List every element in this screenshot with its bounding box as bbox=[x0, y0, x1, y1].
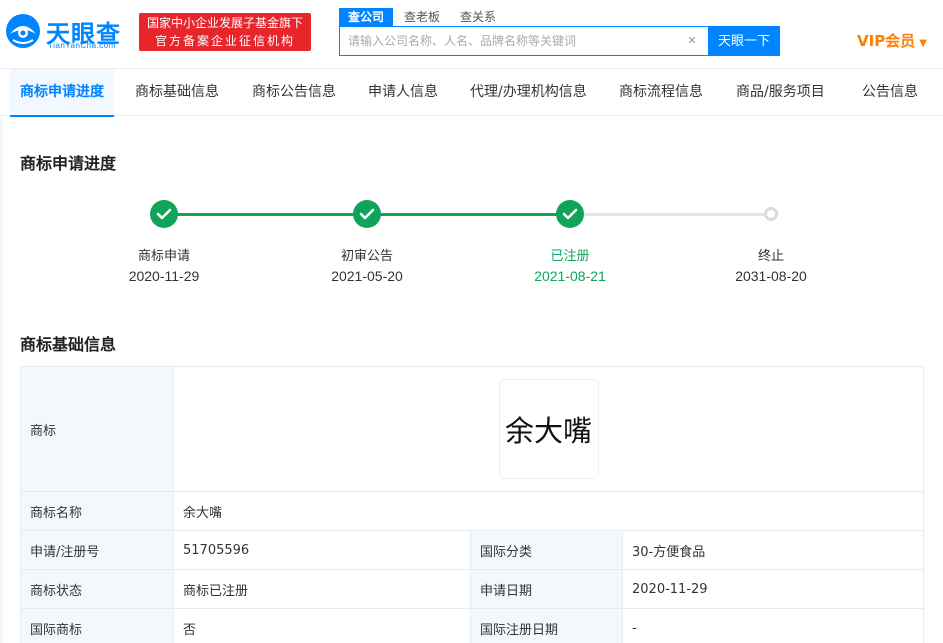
apply-date-value-cell: 2020-11-29 bbox=[622, 569, 924, 609]
basic-info-table: 商标 余大嘴 商标名称 余大嘴 申请/注册号 51705596 国际分类 30-… bbox=[20, 366, 924, 643]
clear-icon[interactable]: ✕ bbox=[686, 35, 698, 47]
step-date: 2020-11-29 bbox=[128, 268, 200, 284]
search-box: ✕ 天眼一下 bbox=[339, 26, 780, 56]
apply-date-label-cell: 申请日期 bbox=[470, 569, 623, 609]
nav-tab-process-info[interactable]: 商标流程信息 bbox=[619, 69, 703, 116]
logo-subtext: TianYanCha.com bbox=[48, 41, 116, 50]
basic-info-section-title: 商标基础信息 bbox=[20, 335, 117, 354]
caret-down-icon: ▼ bbox=[919, 38, 927, 49]
intl-class-label-cell: 国际分类 bbox=[470, 530, 623, 570]
step-date: 2021-08-21 bbox=[534, 268, 606, 284]
site-logo[interactable]: 天眼查 TianYanCha.com bbox=[4, 12, 132, 54]
eye-logo-icon bbox=[6, 14, 40, 48]
check-icon bbox=[556, 200, 584, 228]
name-value-cell: 余大嘴 bbox=[173, 491, 924, 531]
progress-section-title: 商标申请进度 bbox=[20, 154, 117, 173]
nav-tab-announcement-info[interactable]: 商标公告信息 bbox=[252, 69, 336, 116]
badge-line-1: 国家中小企业发展子基金旗下 bbox=[146, 16, 303, 30]
vip-label: VIP会员 bbox=[857, 32, 916, 50]
site-header: 天眼查 TianYanCha.com 国家中小企业发展子基金旗下 官方备案企业征… bbox=[0, 0, 943, 68]
step-date: 2021-05-20 bbox=[331, 268, 403, 284]
nav-tab-notice-info[interactable]: 公告信息 bbox=[862, 69, 918, 116]
pending-dot-icon bbox=[764, 207, 778, 221]
intl-reg-date-label-cell: 国际注册日期 bbox=[470, 608, 623, 643]
reg-no-value-cell: 51705596 bbox=[173, 530, 471, 570]
step-label: 终止 bbox=[757, 249, 784, 264]
reg-no-label-cell: 申请/注册号 bbox=[20, 530, 174, 570]
step-label: 初审公告 bbox=[340, 249, 393, 264]
search-button[interactable]: 天眼一下 bbox=[708, 26, 780, 56]
progress-tracker: 商标申请 2020-11-29 初审公告 2021-05-20 已注册 2021… bbox=[0, 198, 943, 298]
check-icon bbox=[150, 200, 178, 228]
official-badge: 国家中小企业发展子基金旗下 官方备案企业征信机构 bbox=[139, 13, 311, 51]
intl-mark-value-cell: 否 bbox=[173, 608, 471, 643]
step-label: 已注册 bbox=[550, 249, 590, 264]
logo-label-cell: 商标 bbox=[20, 366, 174, 492]
status-value-cell: 商标已注册 bbox=[173, 569, 471, 609]
nav-tab-application-progress[interactable]: 商标申请进度 bbox=[10, 69, 114, 117]
table-row: 申请/注册号 51705596 国际分类 30-方便食品 bbox=[20, 530, 924, 570]
step-label: 商标申请 bbox=[137, 249, 190, 264]
search-input[interactable] bbox=[340, 27, 700, 55]
nav-tab-basic-info[interactable]: 商标基础信息 bbox=[135, 69, 219, 116]
nav-tab-applicant-info[interactable]: 申请人信息 bbox=[368, 69, 438, 116]
nav-tab-goods-services[interactable]: 商品/服务项目 bbox=[736, 69, 825, 116]
status-label-cell: 商标状态 bbox=[20, 569, 174, 609]
intl-mark-label-cell: 国际商标 bbox=[20, 608, 174, 643]
nav-tab-agency-info[interactable]: 代理/办理机构信息 bbox=[470, 69, 587, 116]
table-row: 商标 余大嘴 bbox=[20, 366, 924, 492]
table-row: 商标名称 余大嘴 bbox=[20, 491, 924, 531]
vip-menu[interactable]: VIP会员 ▼ bbox=[857, 30, 927, 51]
check-icon bbox=[353, 200, 381, 228]
trademark-image[interactable]: 余大嘴 bbox=[498, 379, 599, 479]
progress-line-pending bbox=[570, 213, 766, 216]
search-tabs: 查公司 查老板 查关系 bbox=[339, 8, 507, 26]
table-row: 国际商标 否 国际注册日期 - bbox=[20, 608, 924, 643]
badge-line-2: 官方备案企业征信机构 bbox=[154, 34, 295, 48]
logo-value-cell: 余大嘴 bbox=[173, 366, 924, 492]
intl-reg-date-value-cell: - bbox=[622, 608, 924, 643]
name-label-cell: 商标名称 bbox=[20, 491, 174, 531]
table-row: 商标状态 商标已注册 申请日期 2020-11-29 bbox=[20, 569, 924, 609]
tab-search-company[interactable]: 查公司 bbox=[339, 8, 394, 26]
intl-class-value-cell: 30-方便食品 bbox=[622, 530, 924, 570]
tab-search-relation[interactable]: 查关系 bbox=[451, 8, 505, 26]
step-date: 2031-08-20 bbox=[735, 268, 807, 284]
detail-nav: 商标申请进度 商标基础信息 商标公告信息 申请人信息 代理/办理机构信息 商标流… bbox=[0, 68, 943, 117]
tab-search-boss[interactable]: 查老板 bbox=[395, 8, 449, 26]
